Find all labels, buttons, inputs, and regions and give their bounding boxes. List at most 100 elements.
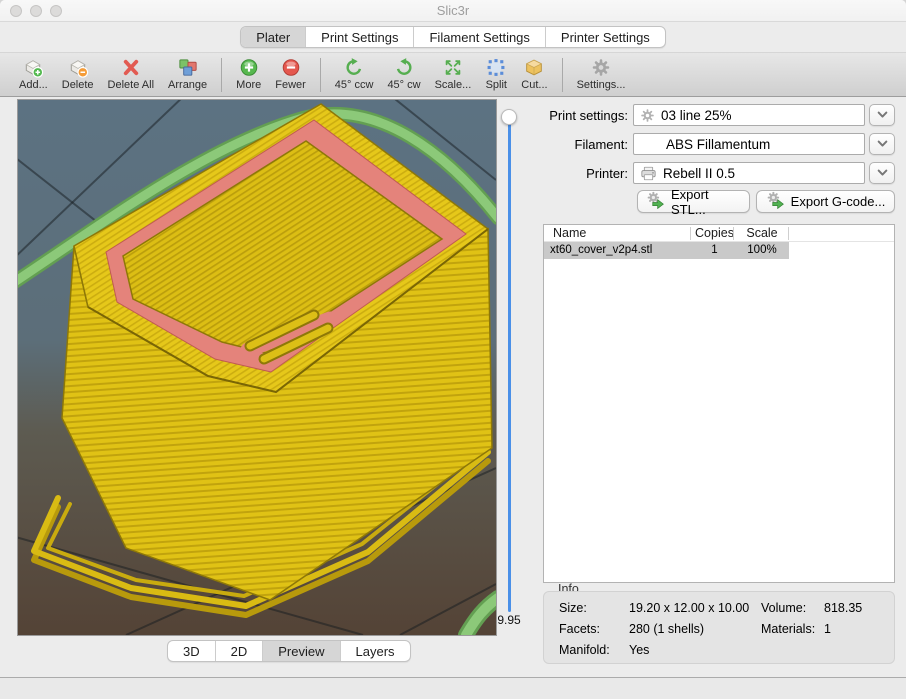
toolbar-button-label: Add... bbox=[19, 79, 48, 91]
app-window: Slic3r PlaterPrint SettingsFilament Sett… bbox=[0, 0, 906, 699]
print-settings-combo[interactable]: 03 line 25% bbox=[633, 104, 865, 126]
rotate-cw-icon bbox=[393, 56, 415, 79]
toolbar-button-45-cw[interactable]: 45° cw bbox=[387, 56, 420, 91]
tab-print-settings[interactable]: Print Settings bbox=[306, 27, 414, 47]
toolbar-separator bbox=[221, 58, 222, 92]
export-stl-button[interactable]: Export STL... bbox=[637, 190, 750, 213]
toolbar-button-label: Settings... bbox=[577, 79, 626, 91]
title-bar: Slic3r bbox=[0, 0, 906, 22]
size-label: Size: bbox=[559, 601, 587, 615]
toolbar-button-label: Delete All bbox=[108, 79, 154, 91]
tab-filament-settings[interactable]: Filament Settings bbox=[414, 27, 545, 47]
materials-value: 1 bbox=[824, 622, 831, 636]
delete-all-icon bbox=[119, 56, 143, 79]
view-tab-preview[interactable]: Preview bbox=[263, 641, 340, 661]
print-settings-label: Print settings: bbox=[538, 108, 628, 123]
manifold-value: Yes bbox=[629, 643, 649, 657]
toolbar-button-more[interactable]: More bbox=[236, 56, 261, 91]
toolbar: Add... Delete Delete All Arrange More Fewer 45… bbox=[0, 52, 906, 97]
tab-printer-settings[interactable]: Printer Settings bbox=[546, 27, 665, 47]
more-icon bbox=[238, 56, 260, 79]
viewport-3d-scene bbox=[18, 100, 496, 635]
arrange-icon bbox=[176, 56, 200, 79]
toolbar-button-add[interactable]: Add... bbox=[19, 56, 48, 91]
filament-label: Filament: bbox=[538, 137, 628, 152]
toolbar-button-cut[interactable]: Cut... bbox=[521, 56, 547, 91]
print-settings-dropdown-button[interactable] bbox=[869, 104, 895, 126]
toolbar-button-settings[interactable]: Settings... bbox=[577, 56, 626, 91]
toolbar-button-label: 45° ccw bbox=[335, 79, 374, 91]
objects-table[interactable]: Name Copies Scale xt60_cover_v2p4.stl 110… bbox=[543, 224, 895, 583]
cell-name: xt60_cover_v2p4.stl bbox=[550, 244, 652, 256]
toolbar-button-label: Fewer bbox=[275, 79, 306, 91]
export-stl-label: Export STL... bbox=[671, 187, 741, 217]
toolbar-button-delete[interactable]: Delete bbox=[62, 56, 94, 91]
add-object-icon bbox=[21, 56, 45, 79]
toolbar-button-fewer[interactable]: Fewer bbox=[275, 56, 306, 91]
view-tab-bar: 3D2DPreviewLayers bbox=[167, 640, 411, 662]
layer-slider-value: 9.95 bbox=[490, 613, 528, 627]
volume-label: Volume: bbox=[761, 601, 806, 615]
toolbar-button-label: 45° cw bbox=[387, 79, 420, 91]
cut-icon bbox=[523, 56, 545, 79]
filament-dropdown-button[interactable] bbox=[869, 133, 895, 155]
cell-copies: 1 bbox=[693, 244, 736, 256]
toolbar-button-label: Split bbox=[486, 79, 507, 91]
export-gcode-button[interactable]: Export G-code... bbox=[756, 190, 895, 213]
materials-label: Materials: bbox=[761, 622, 815, 636]
printer-combo[interactable]: Rebell II 0.5 bbox=[633, 162, 865, 184]
column-header-name[interactable]: Name bbox=[553, 226, 586, 240]
viewport-3d-canvas[interactable] bbox=[17, 99, 497, 636]
main-tab-bar: PlaterPrint SettingsFilament SettingsPri… bbox=[0, 26, 906, 48]
chevron-down-icon bbox=[877, 164, 888, 182]
printer-icon bbox=[640, 166, 657, 181]
tab-plater[interactable]: Plater bbox=[241, 27, 306, 47]
filament-combo[interactable]: ABS Fillamentum bbox=[633, 133, 865, 155]
cell-scale: 100% bbox=[736, 244, 788, 256]
view-tab-layers[interactable]: Layers bbox=[341, 641, 410, 661]
objects-table-header: Name Copies Scale bbox=[544, 225, 894, 242]
facets-label: Facets: bbox=[559, 622, 600, 636]
layer-slider-handle[interactable] bbox=[501, 109, 517, 125]
printer-label: Printer: bbox=[538, 166, 628, 181]
printer-value: Rebell II 0.5 bbox=[663, 166, 735, 181]
facets-value: 280 (1 shells) bbox=[629, 622, 704, 636]
export-icon bbox=[646, 191, 666, 212]
chevron-down-icon bbox=[877, 106, 888, 124]
gear-icon bbox=[640, 108, 655, 123]
printer-dropdown-button[interactable] bbox=[869, 162, 895, 184]
fewer-icon bbox=[280, 56, 302, 79]
settings-icon bbox=[590, 56, 612, 79]
toolbar-button-label: Cut... bbox=[521, 79, 547, 91]
toolbar-button-arrange[interactable]: Arrange bbox=[168, 56, 207, 91]
toolbar-separator bbox=[320, 58, 321, 92]
toolbar-button-label: Scale... bbox=[435, 79, 472, 91]
info-group-box: Size: 19.20 x 12.00 x 10.00 Facets: 280 … bbox=[543, 591, 895, 664]
table-row[interactable]: xt60_cover_v2p4.stl 1100% bbox=[544, 242, 894, 259]
export-gcode-label: Export G-code... bbox=[791, 194, 886, 209]
export-icon bbox=[766, 191, 786, 212]
window-title: Slic3r bbox=[0, 3, 906, 18]
toolbar-button-delete-all[interactable]: Delete All bbox=[108, 56, 154, 91]
toolbar-button-split[interactable]: Split bbox=[485, 56, 507, 91]
view-tab-3d[interactable]: 3D bbox=[168, 641, 216, 661]
print-settings-value: 03 line 25% bbox=[661, 108, 732, 123]
filament-value: ABS Fillamentum bbox=[666, 137, 770, 152]
toolbar-button-label: Delete bbox=[62, 79, 94, 91]
toolbar-button-45-ccw[interactable]: 45° ccw bbox=[335, 56, 374, 91]
column-header-scale[interactable]: Scale bbox=[736, 226, 788, 240]
column-header-copies[interactable]: Copies bbox=[693, 226, 736, 240]
manifold-label: Manifold: bbox=[559, 643, 610, 657]
view-tab-2d[interactable]: 2D bbox=[216, 641, 264, 661]
layer-slider-track[interactable] bbox=[508, 117, 511, 612]
volume-value: 818.35 bbox=[824, 601, 862, 615]
split-icon bbox=[485, 56, 507, 79]
delete-object-icon bbox=[66, 56, 90, 79]
rotate-ccw-icon bbox=[343, 56, 365, 79]
status-bar bbox=[0, 677, 906, 699]
toolbar-button-scale[interactable]: Scale... bbox=[435, 56, 472, 91]
toolbar-button-label: Arrange bbox=[168, 79, 207, 91]
chevron-down-icon bbox=[877, 135, 888, 153]
toolbar-button-label: More bbox=[236, 79, 261, 91]
toolbar-separator bbox=[562, 58, 563, 92]
